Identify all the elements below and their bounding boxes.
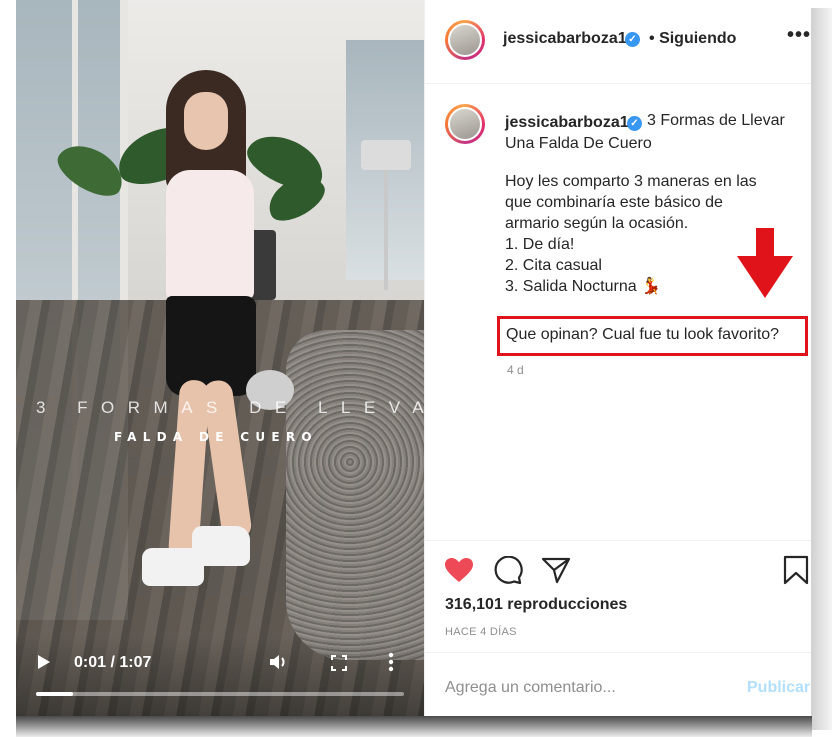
video-controls [16, 636, 424, 716]
heart-icon[interactable] [444, 557, 474, 588]
avatar[interactable] [445, 20, 485, 60]
caption-line: Una Falda De Cuero [505, 135, 652, 152]
caption-line: armario según la ocasión. [505, 215, 689, 232]
volume-icon[interactable] [268, 652, 290, 677]
caption-line: Hoy les comparto 3 maneras en las [505, 173, 757, 190]
actions-divider [425, 540, 811, 541]
play-icon[interactable] [38, 655, 50, 669]
video-progress-fill [36, 692, 73, 696]
caption-line: que combinaría este básico de [505, 194, 723, 211]
backdrop-left [0, 0, 16, 737]
fullscreen-icon[interactable] [330, 654, 348, 677]
header-username[interactable]: jessicabarboza1 [503, 30, 627, 48]
backdrop-shadow-bottom [16, 716, 812, 737]
publish-button[interactable]: Publicar [747, 679, 810, 697]
backdrop-shadow-right [810, 8, 832, 730]
more-vertical-icon[interactable] [388, 652, 394, 677]
share-icon[interactable] [541, 556, 571, 589]
post-header: jessicabarboza1 ✓ • Siguiendo ••• [425, 0, 811, 84]
follow-status[interactable]: • Siguiendo [649, 30, 736, 48]
annotation-arrow-down-icon [737, 256, 793, 298]
follow-separator: • [649, 30, 655, 47]
verified-badge-icon: ✓ [627, 116, 642, 131]
person-face [184, 92, 228, 150]
caption-question: Que opinan? Cual fue tu look favorito? [506, 326, 780, 343]
person-shoe [192, 526, 250, 566]
person-shirt [166, 170, 254, 300]
comment-icon[interactable] [493, 555, 523, 589]
post-panel: jessicabarboza1 ✓ • Siguiendo ••• jessic… [424, 0, 811, 716]
caption-username[interactable]: jessicabarboza1 [505, 114, 629, 132]
video-time: 0:01 / 1:07 [74, 654, 152, 671]
video-progress-bar[interactable] [36, 692, 404, 696]
annotation-arrow-shaft [756, 228, 774, 256]
video-overlay-title: 3 FORMAS DE LLEVAR [36, 398, 424, 417]
caption-title: 3 Formas de Llevar [647, 112, 785, 129]
comment-input[interactable]: Agrega un comentario... [445, 679, 616, 697]
more-options-icon[interactable]: ••• [787, 24, 811, 47]
video-player[interactable]: 3 FORMAS DE LLEVAR FALDA DE CUERO 0:01 /… [16, 0, 424, 716]
video-rug [286, 330, 424, 660]
caption-line: 1. De día! [505, 236, 575, 253]
caption-age: 4 d [507, 363, 524, 377]
comment-divider [425, 652, 811, 653]
video-overlay-subtitle: FALDA DE CUERO [114, 430, 318, 444]
view-count[interactable]: 316,101 reproducciones [445, 596, 627, 614]
verified-badge-icon: ✓ [625, 32, 640, 47]
post-timestamp[interactable]: HACE 4 DÍAS [445, 626, 517, 638]
video-lamp-pole [384, 170, 388, 290]
caption-avatar[interactable] [445, 104, 485, 144]
follow-status-label: Siguiendo [659, 30, 737, 47]
bookmark-icon[interactable] [783, 555, 809, 590]
video-lamp [361, 140, 411, 170]
